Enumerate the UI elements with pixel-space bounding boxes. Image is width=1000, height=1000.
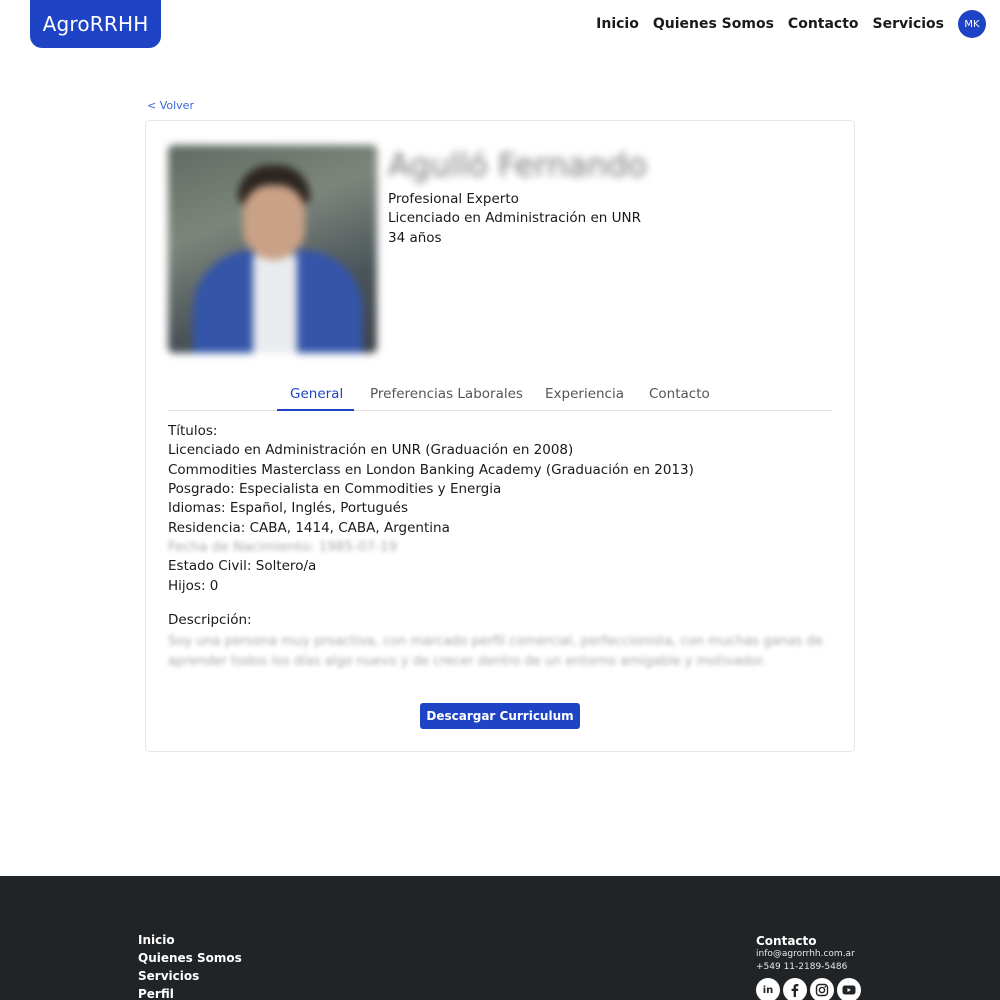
back-link[interactable]: < Volver — [147, 99, 194, 112]
civil-status-info: Estado Civil: Soltero/a — [168, 558, 317, 574]
youtube-icon[interactable] — [837, 978, 861, 1000]
footer-email[interactable]: info@agrorrhh.com.ar — [756, 949, 855, 959]
nav-link-quienes-somos[interactable]: Quienes Somos — [653, 16, 774, 32]
birthdate-info: Fecha de Nacimiento: 1985-07-19 — [168, 539, 398, 555]
user-avatar[interactable]: MK — [958, 10, 986, 38]
nav-link-contacto[interactable]: Contacto — [788, 16, 859, 32]
footer-link-perfil[interactable]: Perfil — [138, 987, 174, 1000]
profile-degree: Licenciado en Administración en UNR — [388, 210, 641, 226]
facebook-icon[interactable] — [783, 978, 807, 1000]
profile-photo — [168, 145, 377, 353]
instagram-icon[interactable] — [810, 978, 834, 1000]
footer-link-inicio[interactable]: Inicio — [138, 933, 175, 947]
brand-logo[interactable]: AgroRRHH — [30, 0, 161, 48]
profile-level: Profesional Experto — [388, 191, 519, 207]
titles-label: Títulos: — [168, 423, 218, 439]
main-nav: Inicio Quienes Somos Contacto Servicios … — [596, 8, 986, 40]
footer-contact-title: Contacto — [756, 934, 817, 948]
languages-info: Idiomas: Español, Inglés, Portugués — [168, 500, 408, 516]
residence-info: Residencia: CABA, 1414, CABA, Argentina — [168, 520, 450, 536]
description-label: Descripción: — [168, 612, 252, 628]
download-cv-button[interactable]: Descargar Curriculum — [420, 703, 580, 729]
linkedin-icon[interactable]: in — [756, 978, 780, 1000]
tab-experiencia[interactable]: Experiencia — [545, 386, 624, 402]
profile-name: Agulló Fernando — [388, 146, 648, 184]
footer: Inicio Quienes Somos Servicios Perfil Co… — [0, 876, 1000, 1000]
tab-contacto[interactable]: Contacto — [649, 386, 710, 402]
footer-link-quienes-somos[interactable]: Quienes Somos — [138, 951, 242, 965]
nav-link-servicios[interactable]: Servicios — [873, 16, 944, 32]
children-info: Hijos: 0 — [168, 578, 219, 594]
profile-age: 34 años — [388, 230, 442, 246]
postgrad-info: Posgrado: Especialista en Commodities y … — [168, 481, 502, 497]
footer-link-servicios[interactable]: Servicios — [138, 969, 199, 983]
footer-phone: +549 11-2189-5486 — [756, 962, 848, 972]
active-tab-indicator — [277, 409, 354, 411]
title-item: Commodities Masterclass en London Bankin… — [168, 462, 694, 478]
top-navigation-bar: AgroRRHH Inicio Quienes Somos Contacto S… — [0, 0, 1000, 50]
description-text: Soy una persona muy proactiva, con marca… — [168, 634, 823, 669]
profile-tabs: General Preferencias Laborales Experienc… — [168, 380, 832, 411]
tab-general[interactable]: General — [290, 386, 343, 402]
tab-preferencias-laborales[interactable]: Preferencias Laborales — [370, 386, 523, 402]
title-item: Licenciado en Administración en UNR (Gra… — [168, 442, 574, 458]
nav-link-inicio[interactable]: Inicio — [596, 16, 639, 32]
